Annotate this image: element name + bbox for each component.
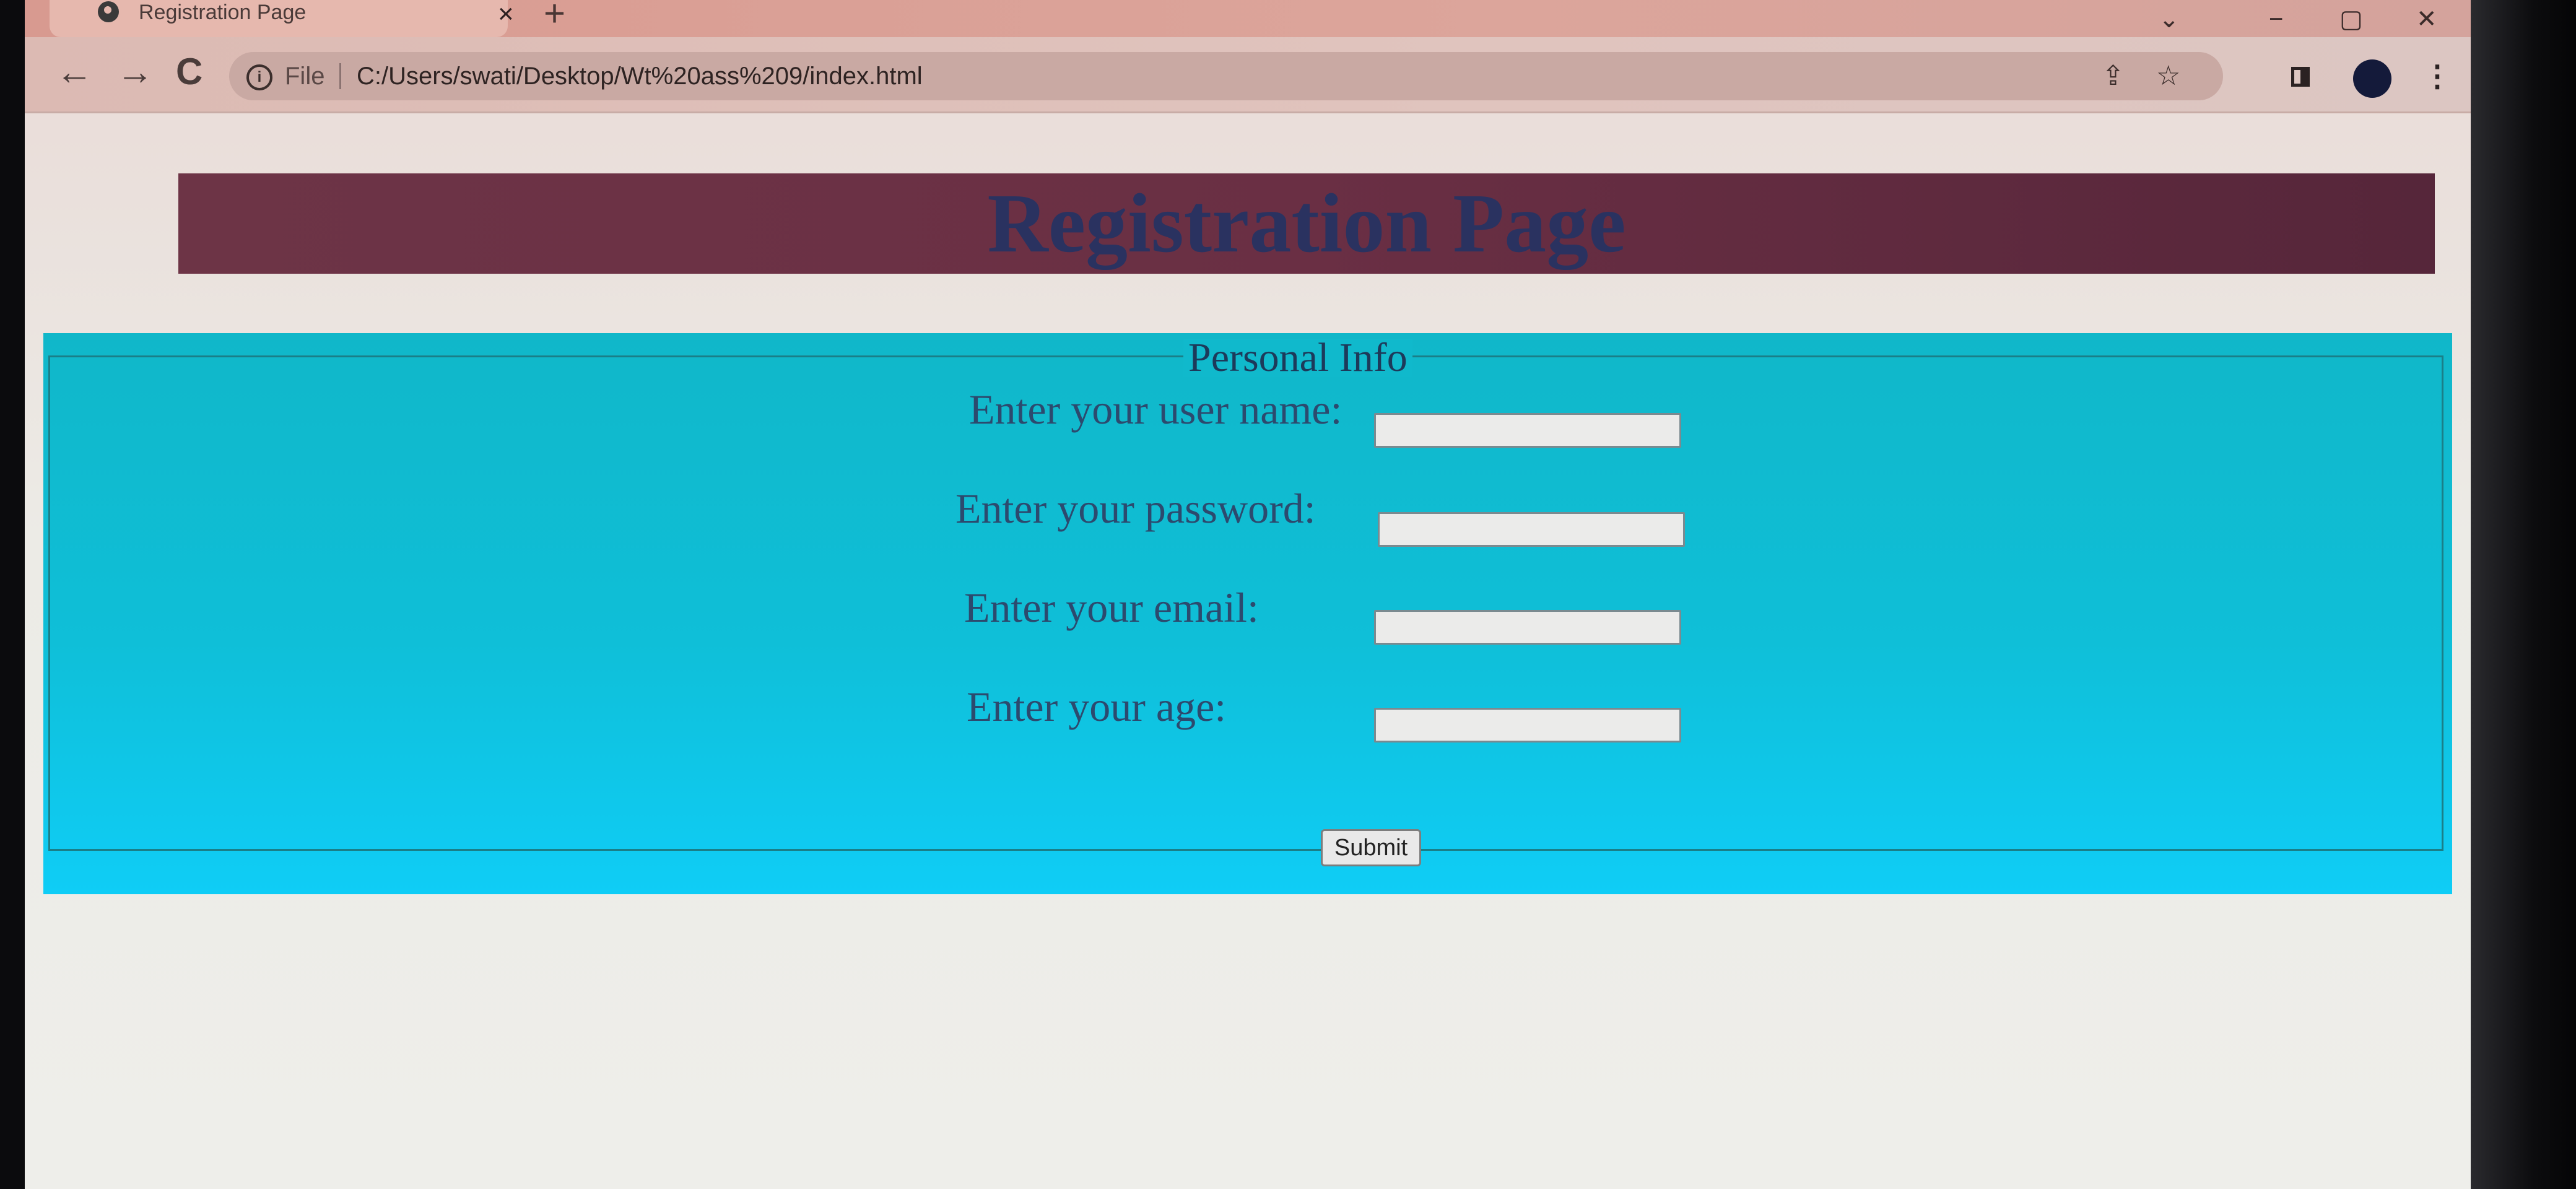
registration-form: Personal Info Enter your user name: Ente… bbox=[43, 333, 2452, 894]
bookmark-star-icon[interactable]: ☆ bbox=[2156, 61, 2180, 92]
restore-icon[interactable]: ▢ bbox=[2339, 4, 2363, 35]
page-title: Registration Page bbox=[987, 177, 1626, 270]
age-input[interactable] bbox=[1374, 708, 1681, 743]
address-url[interactable]: C:/Users/swati/Desktop/Wt%20ass%209/inde… bbox=[357, 59, 923, 93]
username-input[interactable] bbox=[1374, 413, 1681, 448]
fieldset-legend: Personal Info bbox=[1183, 338, 1412, 378]
email-label: Enter your email: bbox=[964, 584, 1259, 631]
page-header: Registration Page bbox=[178, 173, 2435, 274]
new-tab-icon[interactable]: + bbox=[544, 0, 565, 32]
submit-button[interactable]: Submit bbox=[1321, 829, 1421, 866]
tab-close-icon[interactable]: × bbox=[498, 0, 514, 30]
tab-title: Registration Page bbox=[139, 1, 307, 24]
share-icon[interactable]: ⇪ bbox=[2102, 61, 2125, 92]
minimize-icon[interactable]: − bbox=[2269, 4, 2283, 35]
browser-toolbar: ← → C i File C:/Users/swati/Desktop/Wt%2… bbox=[25, 37, 2471, 113]
window-close-icon[interactable]: ✕ bbox=[2416, 4, 2437, 35]
reload-icon[interactable]: C bbox=[176, 53, 202, 90]
side-panel-icon[interactable] bbox=[2291, 67, 2310, 87]
tab-registration-page[interactable]: Registration Page × bbox=[50, 0, 514, 37]
address-scheme-label: File bbox=[285, 63, 325, 90]
laptop-bezel bbox=[2471, 0, 2576, 1189]
password-label: Enter your password: bbox=[955, 485, 1316, 532]
browser-menu-icon[interactable]: ⋮ bbox=[2422, 59, 2452, 94]
site-info-icon[interactable]: i bbox=[246, 64, 272, 90]
username-label: Enter your user name: bbox=[969, 386, 1342, 433]
personal-info-fieldset: Personal Info Enter your user name: Ente… bbox=[48, 338, 2443, 866]
address-bar[interactable]: i File C:/Users/swati/Desktop/Wt%20ass%2… bbox=[229, 52, 2223, 100]
email-input[interactable] bbox=[1374, 610, 1681, 645]
browser-window: Registration Page × + ⌄ − ▢ ✕ ← → C i Fi… bbox=[25, 0, 2471, 1189]
back-icon[interactable]: ← bbox=[56, 53, 93, 90]
tab-strip: Registration Page × + ⌄ − ▢ ✕ bbox=[25, 0, 2471, 37]
tab-search-icon[interactable]: ⌄ bbox=[2159, 4, 2180, 35]
age-label: Enter your age: bbox=[967, 683, 1227, 730]
tab-favicon-icon bbox=[98, 1, 119, 22]
forward-icon[interactable]: → bbox=[116, 53, 154, 90]
address-separator bbox=[339, 63, 341, 89]
profile-avatar[interactable] bbox=[2353, 59, 2391, 98]
password-input[interactable] bbox=[1378, 512, 1685, 547]
